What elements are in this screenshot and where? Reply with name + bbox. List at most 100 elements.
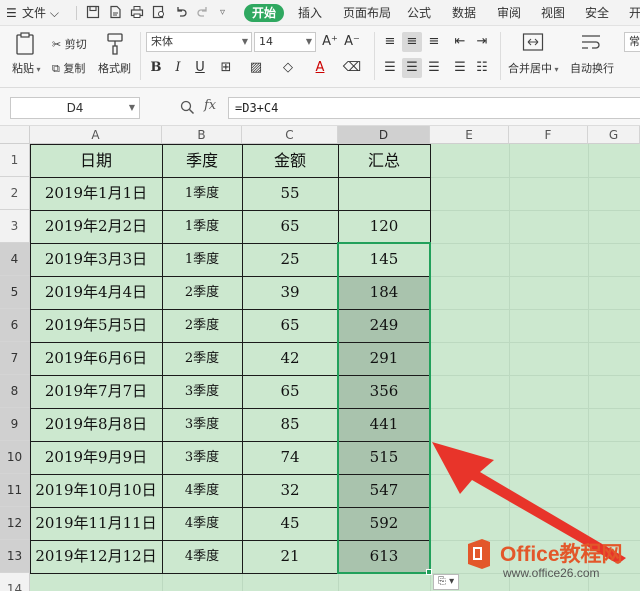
print-icon[interactable] [130, 5, 144, 19]
customize-toolbar-icon[interactable]: ▿ [220, 4, 225, 22]
tab-overflow[interactable]: 开 [629, 4, 640, 22]
date-cell[interactable]: 2019年7月7日 [30, 375, 162, 408]
wrap-text-icon[interactable] [580, 32, 602, 52]
zoom-icon[interactable] [180, 100, 195, 115]
header-cell[interactable]: 汇总 [338, 144, 430, 177]
align-center-icon[interactable]: ☰ [402, 58, 422, 78]
align-left-icon[interactable]: ☰ [380, 58, 400, 78]
format-painter-icon[interactable] [104, 32, 126, 56]
total-cell[interactable]: 120 [338, 210, 430, 243]
row-header-8[interactable]: 8 [0, 375, 30, 408]
select-all-corner[interactable] [0, 126, 30, 144]
file-menu[interactable]: 文件 ⌵ [22, 4, 59, 22]
amount-cell[interactable]: 25 [242, 243, 338, 276]
row-header-9[interactable]: 9 [0, 408, 30, 441]
date-cell[interactable]: 2019年9月9日 [30, 441, 162, 474]
date-cell[interactable]: 2019年3月3日 [30, 243, 162, 276]
font-size-dropdown[interactable]: 14 ▼ [254, 32, 316, 52]
copy-button[interactable]: ⧉ 复制 [52, 60, 85, 76]
row-header-5[interactable]: 5 [0, 276, 30, 309]
number-format-dropdown[interactable]: 常 [624, 32, 640, 52]
quarter-cell[interactable]: 4季度 [162, 474, 242, 507]
quarter-cell[interactable]: 3季度 [162, 408, 242, 441]
merge-center-button[interactable]: 合并居中 ▾ [508, 60, 559, 76]
tab-insert[interactable]: 插入 [298, 4, 322, 22]
amount-cell[interactable]: 55 [242, 177, 338, 210]
amount-cell[interactable]: 39 [242, 276, 338, 309]
amount-cell[interactable]: 65 [242, 309, 338, 342]
redo-icon[interactable] [196, 5, 210, 19]
row-header-11[interactable]: 11 [0, 474, 30, 507]
name-box[interactable]: D4 ▼ [10, 97, 140, 119]
row-header-1[interactable]: 1 [0, 144, 30, 177]
column-header-a[interactable]: A [30, 126, 162, 144]
date-cell[interactable]: 2019年6月6日 [30, 342, 162, 375]
quarter-cell[interactable]: 4季度 [162, 540, 242, 573]
column-header-c[interactable]: C [242, 126, 338, 144]
date-cell[interactable]: 2019年10月10日 [30, 474, 162, 507]
header-cell[interactable]: 金额 [242, 144, 338, 177]
date-cell[interactable]: 2019年8月8日 [30, 408, 162, 441]
column-header-e[interactable]: E [430, 126, 509, 144]
clear-format-icon[interactable]: ⌫ [342, 58, 362, 78]
column-header-d[interactable]: D [338, 126, 430, 144]
cell-style-icon[interactable]: ▨ [246, 58, 266, 78]
export-pdf-icon[interactable] [108, 5, 122, 19]
fill-color-icon[interactable]: ◇ [278, 58, 298, 78]
quarter-cell[interactable]: 2季度 [162, 276, 242, 309]
column-header-g[interactable]: G [588, 126, 640, 144]
hamburger-icon[interactable]: ☰ [6, 4, 17, 22]
increase-font-icon[interactable]: A⁺ [320, 32, 340, 52]
row-header-12[interactable]: 12 [0, 507, 30, 540]
wrap-text-button[interactable]: 自动换行 [570, 60, 614, 76]
quarter-cell[interactable]: 1季度 [162, 177, 242, 210]
header-cell[interactable]: 季度 [162, 144, 242, 177]
quarter-cell[interactable]: 2季度 [162, 342, 242, 375]
font-name-dropdown[interactable]: 宋体 ▼ [146, 32, 252, 52]
total-cell[interactable] [338, 177, 430, 210]
amount-cell[interactable]: 65 [242, 375, 338, 408]
distributed-icon[interactable]: ☷ [472, 58, 492, 78]
amount-cell[interactable]: 74 [242, 441, 338, 474]
tab-review[interactable]: 审阅 [497, 4, 521, 22]
formula-input[interactable]: =D3+C4 [228, 97, 640, 119]
row-header-14[interactable]: 14 [0, 573, 30, 591]
amount-cell[interactable]: 42 [242, 342, 338, 375]
sheet-grid[interactable]: A B C D E F G 1 2 3 4 5 6 7 8 9 10 11 12 13 14 日期 季度 金额 汇总 2019年1… [0, 126, 640, 591]
align-middle-icon[interactable]: ≡ [402, 32, 422, 52]
format-painter-label[interactable]: 格式刷 [98, 60, 131, 76]
print-preview-icon[interactable] [152, 5, 166, 19]
paste-options-button[interactable]: ⎘ ▾ [433, 574, 459, 590]
underline-icon[interactable]: U [190, 58, 210, 78]
cut-button[interactable]: ✂ 剪切 [52, 36, 87, 52]
date-cell[interactable]: 2019年4月4日 [30, 276, 162, 309]
date-cell[interactable]: 2019年5月5日 [30, 309, 162, 342]
font-color-icon[interactable]: A [310, 58, 330, 78]
tab-security[interactable]: 安全 [585, 4, 609, 22]
date-cell[interactable]: 2019年12月12日 [30, 540, 162, 573]
date-cell[interactable]: 2019年1月1日 [30, 177, 162, 210]
align-top-icon[interactable]: ≡ [380, 32, 400, 52]
amount-cell[interactable]: 32 [242, 474, 338, 507]
paste-icon[interactable] [14, 32, 36, 56]
indent-increase-icon[interactable]: ⇥ [472, 32, 492, 52]
amount-cell[interactable]: 65 [242, 210, 338, 243]
quarter-cell[interactable]: 4季度 [162, 507, 242, 540]
tab-home[interactable]: 开始 [244, 4, 285, 22]
quarter-cell[interactable]: 3季度 [162, 375, 242, 408]
align-right-icon[interactable]: ☰ [424, 58, 444, 78]
paste-button[interactable]: 粘贴 ▾ [12, 60, 41, 76]
tab-view[interactable]: 视图 [541, 4, 565, 22]
row-header-4[interactable]: 4 [0, 243, 30, 276]
quarter-cell[interactable]: 3季度 [162, 441, 242, 474]
column-header-b[interactable]: B [162, 126, 242, 144]
amount-cell[interactable]: 85 [242, 408, 338, 441]
borders-icon[interactable]: ⊞ [216, 58, 236, 78]
row-header-10[interactable]: 10 [0, 441, 30, 474]
fill-handle[interactable] [426, 569, 432, 575]
tab-page-layout[interactable]: 页面布局 [343, 4, 391, 22]
align-bottom-icon[interactable]: ≡ [424, 32, 444, 52]
merge-center-icon[interactable] [522, 32, 544, 52]
quarter-cell[interactable]: 1季度 [162, 243, 242, 276]
amount-cell[interactable]: 45 [242, 507, 338, 540]
